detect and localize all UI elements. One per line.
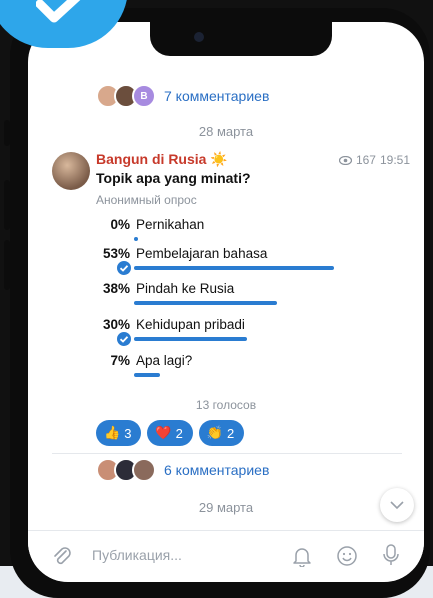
reactions-bar: 👍 3 ❤️ 2 👏 2 bbox=[28, 420, 424, 446]
poll-question: Topik apa yang minati? bbox=[96, 170, 251, 186]
comments-count-label[interactable]: 7 комментариев bbox=[164, 88, 269, 104]
poll-type: Анонимный опрос bbox=[96, 193, 197, 207]
option-bar bbox=[134, 237, 138, 241]
check-icon bbox=[115, 330, 133, 348]
microphone-icon[interactable] bbox=[382, 543, 400, 567]
author-name: Bangun di Rusia bbox=[96, 151, 207, 167]
app-screen: B 7 комментариев 28 марта Bangun di Rusi… bbox=[28, 22, 424, 582]
poll-option[interactable]: 0% Pernikahan bbox=[92, 216, 392, 241]
check-icon bbox=[115, 259, 133, 277]
heart-icon: ❤️ bbox=[155, 425, 172, 440]
reaction-clap[interactable]: 👏 2 bbox=[198, 420, 245, 446]
post-author[interactable]: Bangun di Rusia ☀️ bbox=[96, 151, 228, 168]
eye-icon bbox=[338, 155, 352, 165]
check-icon bbox=[36, 0, 81, 23]
thumbs-up-icon: 👍 bbox=[104, 425, 121, 440]
option-label: Kehidupan pribadi bbox=[136, 317, 245, 332]
date-separator: 28 марта bbox=[198, 124, 254, 139]
reaction-count: 3 bbox=[124, 425, 132, 441]
author-emoji: ☀️ bbox=[210, 151, 228, 167]
comments-count-label[interactable]: 6 комментариев bbox=[164, 462, 269, 478]
poll-option[interactable]: 30% Kehidupan pribadi bbox=[92, 316, 392, 348]
reaction-heart[interactable]: ❤️ 2 bbox=[147, 420, 193, 446]
composer-bar: Публикация... bbox=[28, 530, 424, 581]
option-label: Pembelajaran bahasa bbox=[136, 246, 268, 261]
poll-option[interactable]: 53% Pembelajaran bahasa bbox=[92, 245, 392, 277]
option-label: Apa lagi? bbox=[136, 353, 193, 368]
author-avatar[interactable] bbox=[52, 152, 90, 190]
comments-link-top[interactable]: B 7 комментариев bbox=[96, 84, 396, 108]
bell-icon[interactable] bbox=[292, 545, 312, 567]
reaction-like[interactable]: 👍 3 bbox=[96, 420, 142, 446]
views-count: 167 bbox=[355, 153, 376, 167]
votes-count: 13 голосов bbox=[195, 398, 257, 412]
front-camera bbox=[194, 32, 204, 42]
option-bar bbox=[134, 301, 277, 305]
poll-option[interactable]: 7% Apa lagi? bbox=[92, 352, 392, 377]
reaction-count: 2 bbox=[175, 425, 183, 441]
avatar-initial: B bbox=[132, 84, 156, 108]
date-separator: 29 марта bbox=[198, 500, 254, 515]
commenter-avatars bbox=[96, 458, 156, 482]
option-percent: 38% bbox=[102, 281, 130, 296]
option-bar bbox=[134, 337, 247, 341]
emoji-icon[interactable] bbox=[336, 545, 358, 567]
phone-notch bbox=[150, 22, 332, 56]
post-time: 19:51 bbox=[379, 153, 410, 167]
option-percent: 7% bbox=[110, 353, 130, 368]
post-meta: 167 19:51 bbox=[338, 153, 410, 167]
paperclip-icon[interactable] bbox=[52, 545, 72, 567]
clap-icon: 👏 bbox=[206, 425, 224, 440]
poll-option[interactable]: 38% Pindah ke Rusia bbox=[92, 280, 392, 305]
option-bar bbox=[134, 266, 334, 270]
comments-link[interactable]: 6 комментариев bbox=[96, 458, 396, 482]
commenter-avatars: B bbox=[96, 84, 156, 108]
option-label: Pernikahan bbox=[136, 217, 205, 232]
option-label: Pindah ke Rusia bbox=[136, 281, 235, 296]
option-percent: 0% bbox=[110, 217, 130, 232]
avatar bbox=[132, 458, 156, 482]
divider bbox=[52, 453, 402, 454]
option-bar bbox=[134, 373, 160, 377]
composer-placeholder[interactable]: Публикация... bbox=[92, 547, 182, 563]
reaction-count: 2 bbox=[227, 425, 235, 441]
